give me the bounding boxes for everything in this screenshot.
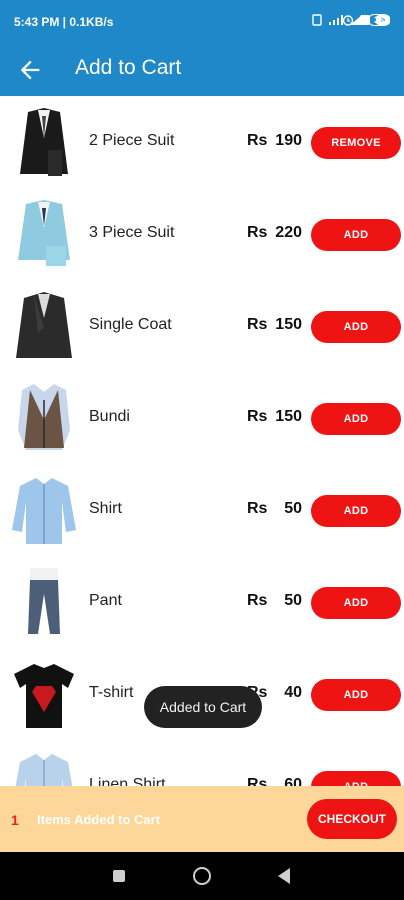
back-arrow-icon[interactable] [16, 56, 44, 84]
currency-label: Rs [247, 592, 268, 609]
product-price: 150 [275, 408, 302, 425]
system-status-icons: 36 [311, 14, 390, 26]
shirt-icon [15, 754, 73, 786]
product-name: T-shirt [89, 684, 134, 701]
add-button[interactable]: ADD [311, 771, 401, 786]
product-name: Single Coat [89, 316, 172, 333]
product-price: 50 [284, 592, 302, 609]
list-item: Linen Shirt Rs 60 ADD [0, 740, 404, 786]
product-price: 40 [284, 684, 302, 701]
list-item: Pant Rs 50 ADD [0, 556, 404, 648]
product-name: Linen Shirt [89, 776, 166, 786]
app-bar: Add to Cart [0, 44, 404, 96]
list-item: Shirt Rs 50 ADD [0, 464, 404, 556]
product-price: 220 [275, 224, 302, 241]
shirt-icon [12, 478, 76, 544]
list-item: Single Coat Rs 150 ADD [0, 280, 404, 372]
add-button[interactable]: ADD [311, 219, 401, 251]
coat-icon [16, 292, 72, 358]
product-name: Bundi [89, 408, 130, 425]
toast-message: Added to Cart [144, 686, 262, 728]
product-price: 190 [275, 132, 302, 149]
vibrate-icon [312, 14, 322, 26]
status-time: 5:43 PM | 0.1KB/s [14, 15, 114, 29]
add-button[interactable]: ADD [311, 587, 401, 619]
currency-label: Rs [247, 500, 268, 517]
status-bar: 5:43 PM | 0.1KB/s 36 [0, 0, 404, 44]
back-icon[interactable] [278, 868, 290, 884]
currency-label: Rs [247, 132, 268, 149]
product-list[interactable]: 2 Piece Suit Rs 190 REMOVE 3 Piece Suit … [0, 96, 404, 786]
currency-label: Rs [247, 776, 268, 786]
product-name: 2 Piece Suit [89, 132, 175, 149]
list-item: 3 Piece Suit Rs 220 ADD [0, 188, 404, 280]
remove-button[interactable]: REMOVE [311, 127, 401, 159]
cart-footer: 1 Items Added to Cart CHECKOUT [0, 786, 404, 852]
product-price: 150 [275, 316, 302, 333]
currency-label: Rs [247, 224, 268, 241]
cart-summary-label: Items Added to Cart [37, 812, 161, 827]
wifi-signal-icon [328, 15, 343, 25]
product-name: Shirt [89, 500, 122, 517]
add-button[interactable]: ADD [311, 679, 401, 711]
system-nav-bar [0, 852, 404, 900]
vest-icon [18, 384, 70, 450]
suit-icon [18, 200, 70, 266]
cart-count: 1 [11, 812, 19, 828]
add-button[interactable]: ADD [311, 495, 401, 527]
signal-icon [349, 15, 362, 25]
checkout-button[interactable]: CHECKOUT [307, 799, 397, 839]
tshirt-icon [14, 664, 74, 728]
currency-label: Rs [247, 316, 268, 333]
suit-icon [20, 108, 68, 176]
product-name: 3 Piece Suit [89, 224, 175, 241]
product-price: 50 [284, 500, 302, 517]
list-item: 2 Piece Suit Rs 190 REMOVE [0, 96, 404, 188]
page-title: Add to Cart [75, 56, 182, 79]
add-button[interactable]: ADD [311, 403, 401, 435]
add-button[interactable]: ADD [311, 311, 401, 343]
product-name: Pant [89, 592, 122, 609]
list-item: Bundi Rs 150 ADD [0, 372, 404, 464]
product-price: 60 [284, 776, 302, 786]
battery-icon: 36 [367, 14, 390, 26]
pant-icon [28, 568, 60, 634]
home-icon[interactable] [193, 867, 211, 885]
currency-label: Rs [247, 408, 268, 425]
recents-icon[interactable] [113, 870, 125, 882]
